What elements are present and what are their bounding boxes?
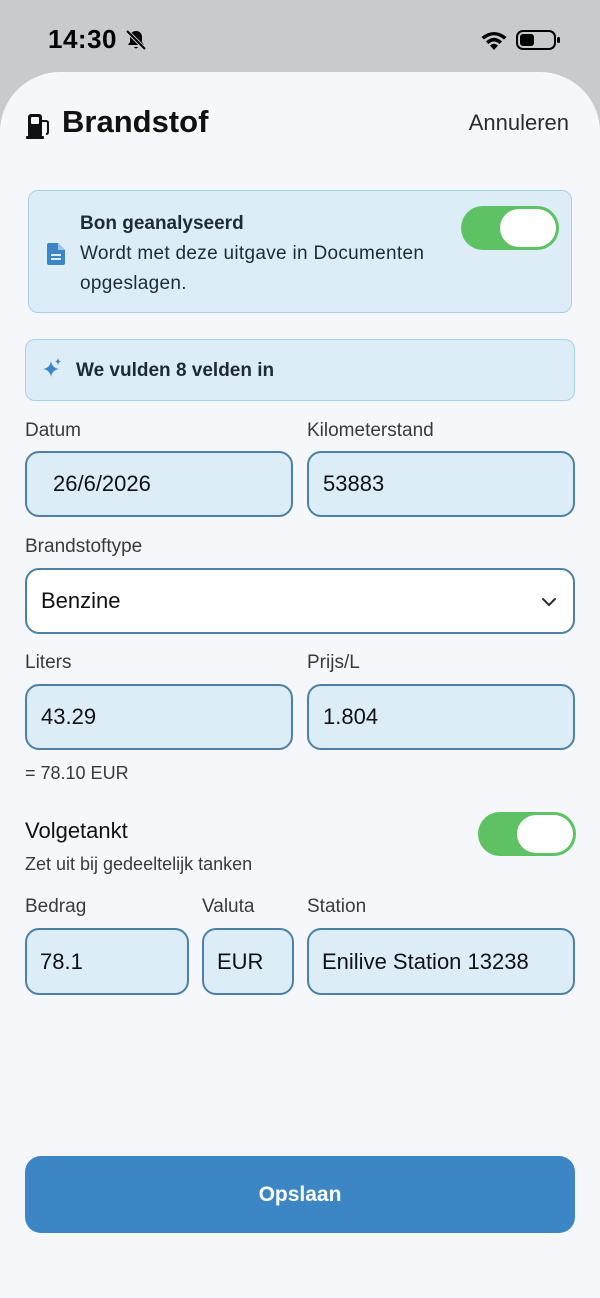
save-document-toggle[interactable] xyxy=(461,206,559,250)
sparkle-icon xyxy=(43,358,61,377)
status-time: 14:30 xyxy=(48,24,117,54)
autofill-banner-text: We vulden 8 velden in xyxy=(76,360,275,381)
liters-label: Liters xyxy=(25,652,72,673)
fuel-type-value: Benzine xyxy=(41,588,121,613)
status-bar: 14:30 xyxy=(0,0,600,72)
liters-field[interactable]: 43.29 xyxy=(25,684,293,750)
total-amount-text: = 78.10 EUR xyxy=(25,763,129,783)
toggle-knob xyxy=(517,815,573,853)
fuel-type-select[interactable]: Benzine xyxy=(25,568,575,634)
currency-label: Valuta xyxy=(202,896,255,917)
station-label: Station xyxy=(307,896,367,917)
receipt-analyzed-card: Bon geanalyseerd Wordt met deze uitgave … xyxy=(28,190,572,313)
full-tank-label: Volgetankt xyxy=(25,818,128,843)
date-label: Datum xyxy=(25,420,81,441)
cancel-button[interactable]: Annuleren xyxy=(469,110,569,136)
autofill-banner: We vulden 8 velden in xyxy=(25,339,575,401)
wifi-icon xyxy=(481,32,507,50)
amount-field[interactable]: 78.1 xyxy=(25,928,189,995)
amount-label: Bedrag xyxy=(25,896,87,917)
fuel-type-label: Brandstoftype xyxy=(25,536,143,557)
toggle-knob xyxy=(500,209,556,247)
odometer-field[interactable]: 53883 xyxy=(307,451,575,517)
receipt-description: Wordt met deze uitgave in Documenten opg… xyxy=(80,243,425,294)
fuel-pump-icon xyxy=(26,114,49,139)
full-tank-toggle[interactable] xyxy=(478,812,576,856)
price-per-liter-field[interactable]: 1.804 xyxy=(307,684,575,750)
odometer-label: Kilometerstand xyxy=(307,420,434,441)
currency-field[interactable]: EUR xyxy=(202,928,294,995)
price-per-liter-label: Prijs/L xyxy=(307,652,360,673)
full-tank-hint: Zet uit bij gedeeltelijk tanken xyxy=(25,854,253,874)
receipt-title: Bon geanalyseerd xyxy=(80,213,244,234)
date-field[interactable]: 26/6/2026 xyxy=(25,451,293,517)
page-title: Brandstof xyxy=(62,104,209,139)
save-button[interactable]: Opslaan xyxy=(25,1156,575,1233)
document-icon xyxy=(47,243,65,265)
station-field[interactable]: Enilive Station 13238 xyxy=(307,928,575,995)
bell-slash-icon xyxy=(125,29,147,51)
chevron-down-icon xyxy=(542,598,556,606)
battery-icon xyxy=(516,30,560,50)
